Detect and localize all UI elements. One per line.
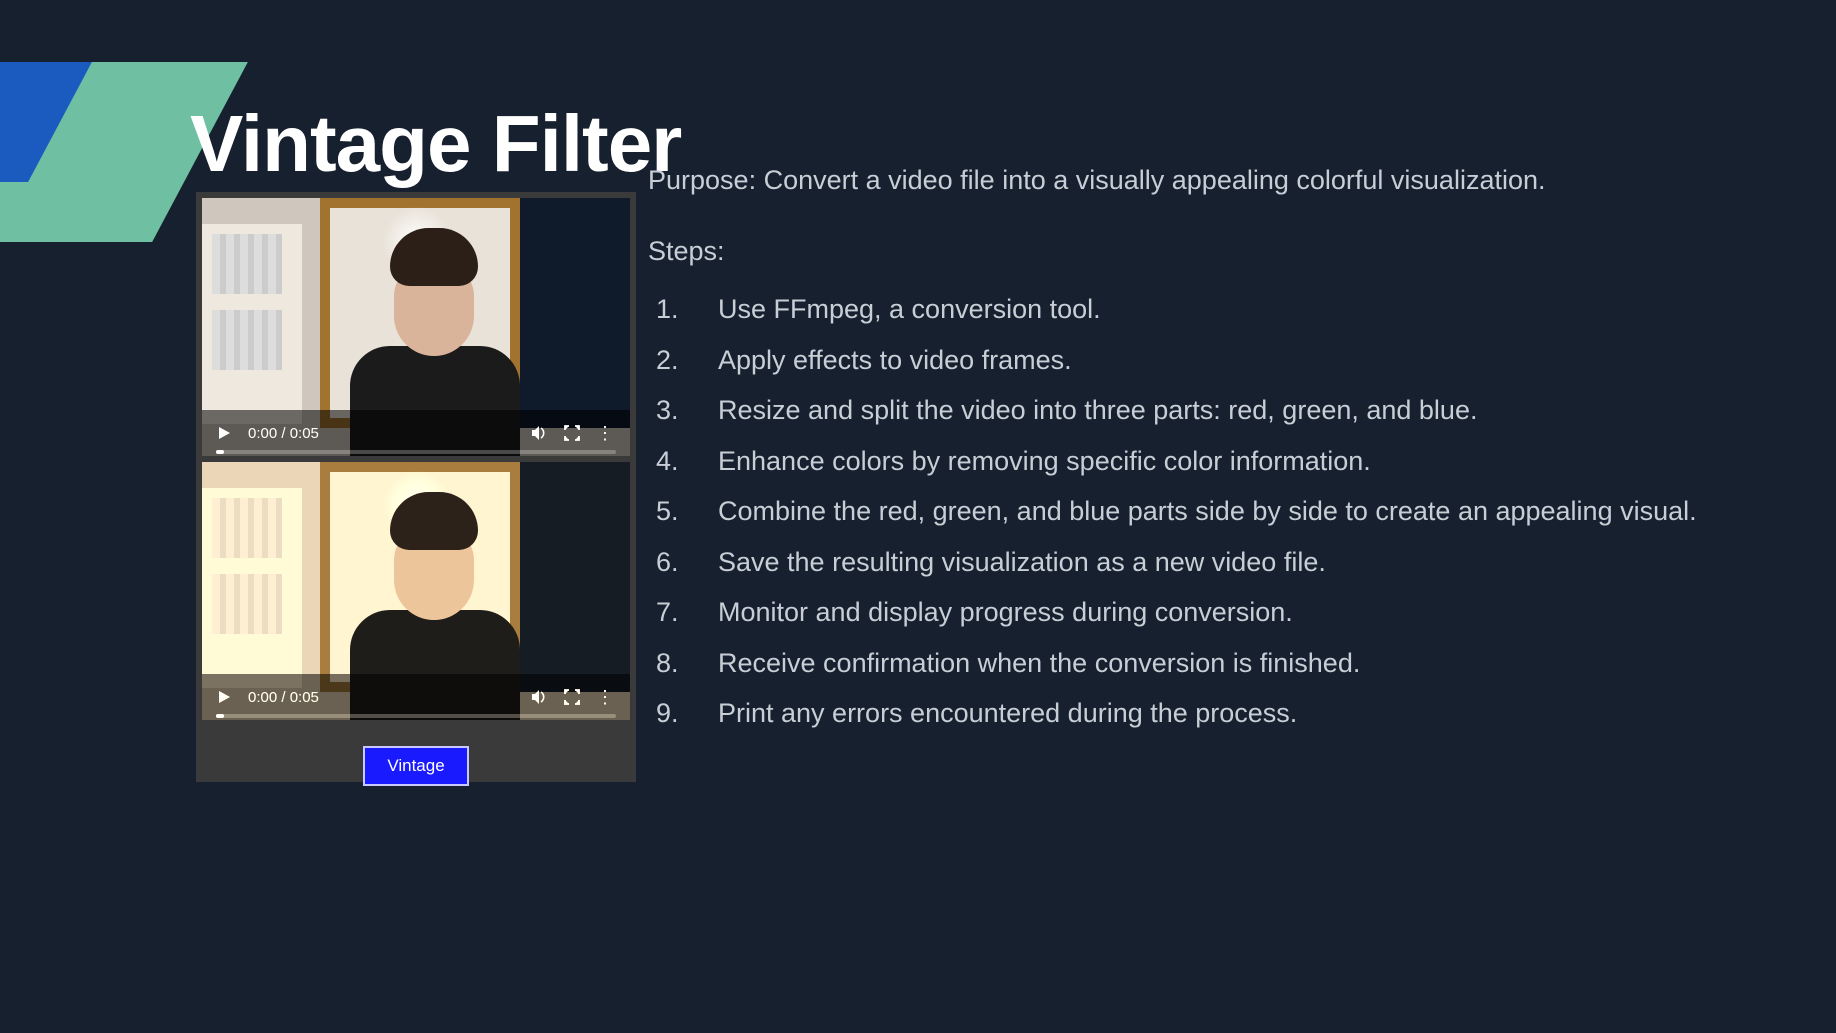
progress-bar[interactable] bbox=[216, 714, 616, 718]
step-item: Combine the red, green, and blue parts s… bbox=[648, 491, 1776, 532]
scene-shelf bbox=[202, 224, 302, 424]
video-original[interactable]: 0:00 / 0:05 ⋮ bbox=[202, 198, 630, 456]
scene-shelf bbox=[202, 488, 302, 688]
scene-window bbox=[510, 462, 630, 692]
body-text: Purpose: Convert a video file into a vis… bbox=[648, 160, 1776, 744]
step-item: Use FFmpeg, a conversion tool. bbox=[648, 289, 1776, 330]
video-controls: 0:00 / 0:05 ⋮ bbox=[202, 410, 630, 456]
more-icon[interactable]: ⋮ bbox=[596, 423, 616, 444]
volume-icon[interactable] bbox=[530, 688, 548, 706]
video-panel: 0:00 / 0:05 ⋮ bbox=[196, 192, 636, 782]
scene-person bbox=[362, 492, 502, 702]
step-item: Apply effects to video frames. bbox=[648, 340, 1776, 381]
more-icon[interactable]: ⋮ bbox=[596, 687, 616, 708]
steps-list: Use FFmpeg, a conversion tool. Apply eff… bbox=[648, 289, 1776, 734]
video-time: 0:00 / 0:05 bbox=[248, 425, 319, 442]
step-item: Monitor and display progress during conv… bbox=[648, 592, 1776, 633]
step-item: Receive confirmation when the conversion… bbox=[648, 643, 1776, 684]
step-item: Save the resulting visualization as a ne… bbox=[648, 542, 1776, 583]
play-icon[interactable] bbox=[216, 689, 232, 705]
scene-person bbox=[362, 228, 502, 438]
step-item: Resize and split the video into three pa… bbox=[648, 390, 1776, 431]
fullscreen-icon[interactable] bbox=[564, 689, 580, 705]
fullscreen-icon[interactable] bbox=[564, 425, 580, 441]
progress-bar[interactable] bbox=[216, 450, 616, 454]
vintage-button[interactable]: Vintage bbox=[363, 746, 468, 786]
steps-label: Steps: bbox=[648, 231, 1776, 272]
step-item: Print any errors encountered during the … bbox=[648, 693, 1776, 734]
video-filtered[interactable]: 0:00 / 0:05 ⋮ bbox=[202, 462, 630, 720]
page-title: Vintage Filter bbox=[190, 98, 681, 190]
step-item: Enhance colors by removing specific colo… bbox=[648, 441, 1776, 482]
volume-icon[interactable] bbox=[530, 424, 548, 442]
video-time: 0:00 / 0:05 bbox=[248, 689, 319, 706]
video-controls: 0:00 / 0:05 ⋮ bbox=[202, 674, 630, 720]
scene-window bbox=[510, 198, 630, 428]
purpose-text: Purpose: Convert a video file into a vis… bbox=[648, 160, 1776, 201]
slide: Vintage Filter 0:00 / 0:05 bbox=[0, 0, 1836, 1033]
play-icon[interactable] bbox=[216, 425, 232, 441]
